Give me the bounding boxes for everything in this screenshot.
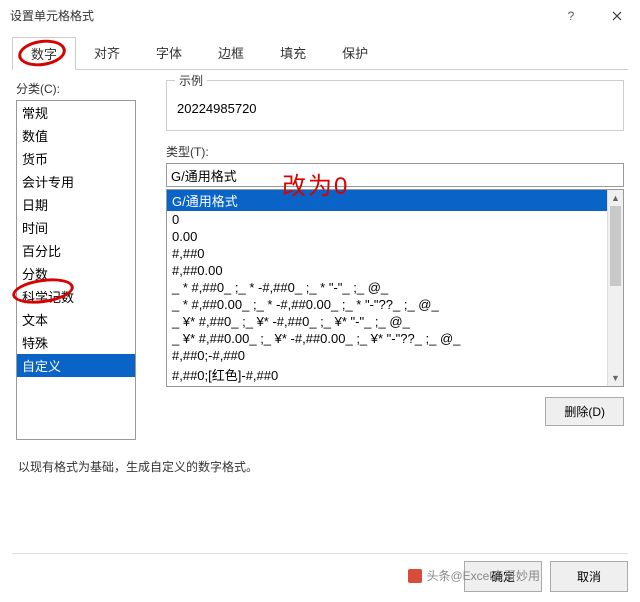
delete-button[interactable]: 删除(D) [545, 397, 624, 426]
sample-value: 20224985720 [177, 101, 613, 116]
type-label: 类型(T): [166, 143, 624, 160]
type-list-item[interactable]: G/通用格式 [167, 190, 607, 211]
tab-row: 数字 对齐 字体 边框 填充 保护 [12, 32, 628, 70]
note-text: 以现有格式为基础，生成自定义的数字格式。 [0, 440, 640, 475]
type-list-item[interactable]: _ * #,##0.00_ ;_ * -#,##0.00_ ;_ * "-"??… [167, 296, 607, 313]
sample-legend: 示例 [175, 72, 207, 89]
tab-protection[interactable]: 保护 [324, 37, 386, 70]
type-input[interactable] [166, 163, 624, 187]
type-list-item[interactable]: _ * #,##0_ ;_ * -#,##0_ ;_ * "-"_ ;_ @_ [167, 279, 607, 296]
listbox-scrollbar[interactable]: ▲ ▼ [607, 190, 623, 386]
ok-button[interactable]: 确定 [464, 561, 542, 592]
type-list-item[interactable]: #,##0 [167, 245, 607, 262]
window-buttons: ? [548, 0, 640, 32]
type-list-item[interactable]: _ ¥* #,##0_ ;_ ¥* -#,##0_ ;_ ¥* "-"_ ;_ … [167, 313, 607, 330]
scroll-up-button[interactable]: ▲ [608, 190, 623, 206]
type-list-item[interactable]: 0.00 [167, 228, 607, 245]
type-list-item[interactable]: #,##0.00 [167, 262, 607, 279]
category-item[interactable]: 常规 [17, 101, 135, 124]
category-item[interactable]: 数值 [17, 124, 135, 147]
scroll-thumb[interactable] [610, 206, 621, 286]
titlebar: 设置单元格格式 ? [0, 0, 640, 32]
left-pane: 分类(C): 常规数值货币会计专用日期时间百分比分数科学记数文本特殊自定义 [16, 80, 146, 440]
close-button[interactable] [594, 0, 640, 32]
type-listbox[interactable]: G/通用格式00.00#,##0#,##0.00_ * #,##0_ ;_ * … [166, 189, 624, 387]
type-list-item[interactable]: #,##0;-#,##0 [167, 347, 607, 364]
category-listbox[interactable]: 常规数值货币会计专用日期时间百分比分数科学记数文本特殊自定义 [16, 100, 136, 440]
category-item[interactable]: 自定义 [17, 354, 135, 377]
window-title: 设置单元格格式 [10, 9, 94, 23]
right-pane: 示例 20224985720 类型(T): G/通用格式00.00#,##0#,… [166, 80, 624, 440]
tab-font[interactable]: 字体 [138, 37, 200, 70]
help-button[interactable]: ? [548, 0, 594, 32]
separator [12, 553, 628, 554]
cancel-button[interactable]: 取消 [550, 561, 628, 592]
tab-fill[interactable]: 填充 [262, 37, 324, 70]
close-icon [612, 11, 622, 21]
dialog-footer: 确定 取消 [464, 561, 628, 592]
category-item[interactable]: 会计专用 [17, 170, 135, 193]
watermark-icon [408, 569, 422, 583]
category-label: 分类(C): [16, 80, 146, 97]
tab-border[interactable]: 边框 [200, 37, 262, 70]
type-list-item[interactable]: #,##0;[红色]-#,##0 [167, 364, 607, 385]
category-item[interactable]: 百分比 [17, 239, 135, 262]
category-item[interactable]: 科学记数 [17, 285, 135, 308]
type-list-item[interactable]: 0 [167, 211, 607, 228]
category-item[interactable]: 文本 [17, 308, 135, 331]
category-item[interactable]: 时间 [17, 216, 135, 239]
category-item[interactable]: 分数 [17, 262, 135, 285]
tab-number[interactable]: 数字 [12, 37, 76, 70]
sample-groupbox: 示例 20224985720 [166, 80, 624, 131]
category-item[interactable]: 日期 [17, 193, 135, 216]
category-item[interactable]: 货币 [17, 147, 135, 170]
type-list-item[interactable]: #,##0.00;-#,##0.00 [167, 385, 607, 386]
scroll-down-button[interactable]: ▼ [608, 370, 623, 386]
category-item[interactable]: 特殊 [17, 331, 135, 354]
type-list-item[interactable]: _ ¥* #,##0.00_ ;_ ¥* -#,##0.00_ ;_ ¥* "-… [167, 330, 607, 347]
tab-alignment[interactable]: 对齐 [76, 37, 138, 70]
